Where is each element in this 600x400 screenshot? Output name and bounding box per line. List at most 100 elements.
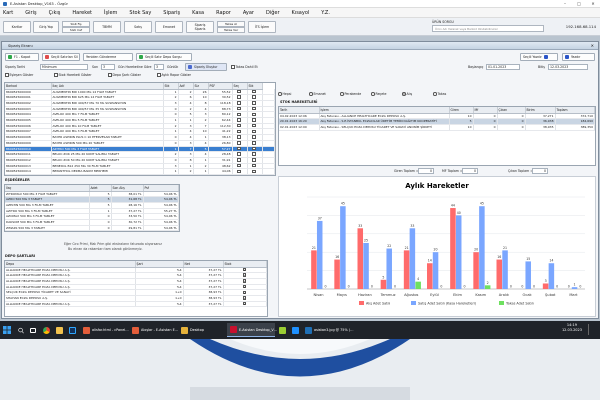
minimize-icon[interactable]: –: [558, 1, 572, 6]
windows-start-icon[interactable]: [0, 323, 14, 337]
chrome-icon[interactable]: [41, 323, 53, 337]
menu-0[interactable]: Kart: [3, 10, 13, 16]
bar-satış-5: [432, 252, 439, 289]
kapat-button[interactable]: F1 - Kapat: [5, 53, 39, 61]
depo-sart-checkbox[interactable]: Depo Şartı Göster: [108, 73, 141, 77]
siparis-close-icon[interactable]: ✕: [591, 43, 594, 48]
radio-4[interactable]: Alış: [402, 92, 412, 96]
legend-entry: Takas Adet Satılı: [505, 302, 534, 306]
yeniden-gonderme-button[interactable]: Yeniden Gönderme: [83, 53, 133, 61]
legend-entry: Satış Adet Satılı (Kasa Hareketleri): [418, 302, 477, 306]
table-row[interactable]: 8699525000014 BEPANTHOL DERMA BAKIM MERHE…: [5, 168, 275, 175]
photoshop-icon[interactable]: [67, 323, 79, 337]
menu-5[interactable]: Stok Say: [129, 10, 151, 16]
secili-satir-sil-button[interactable]: Seçili Satırları Sil: [42, 53, 80, 61]
row-checkbox[interactable]: [247, 168, 263, 175]
menu-10[interactable]: Diğer: [266, 10, 280, 16]
menu-6[interactable]: Sipariş: [163, 10, 180, 16]
menu-7[interactable]: Kasa: [192, 10, 204, 16]
bar-value-label: 33: [358, 224, 362, 228]
cart-icon: [188, 65, 192, 69]
bar-value-label: 0: [440, 285, 442, 289]
menu-1[interactable]: Giriş: [25, 10, 36, 16]
mf-toplam-label: MF Toplam =: [442, 169, 463, 173]
menu-12[interactable]: Y.Z.: [321, 10, 330, 16]
radio-5[interactable]: Takas: [433, 92, 446, 96]
aylik-rapor-checkbox[interactable]: Aylık Rapor Göster: [157, 73, 191, 77]
taskbar-app-0[interactable]: alisfar.html - cPanel…: [80, 323, 129, 337]
bar-satış-10: [548, 263, 555, 289]
query-icon: [139, 55, 143, 59]
maximize-icon[interactable]: □: [572, 1, 586, 6]
its-islem-button[interactable]: İTS İşlem: [248, 21, 276, 33]
menu-2[interactable]: Çıkış: [49, 10, 61, 16]
gun-hareket-label: Gün Hareketine Göre: [118, 65, 152, 69]
aylik-rapor-label: Aylık Rapor Göster: [161, 73, 191, 77]
file-explorer-icon[interactable]: [54, 323, 66, 337]
taskbar-app-1[interactable]: Aloşlar - E-Asistan E…: [129, 323, 178, 337]
radio-1[interactable]: Emanet: [309, 92, 326, 96]
takas-dahil-checkbox[interactable]: Takas Dahil Et: [231, 65, 258, 69]
taskbar-app-4[interactable]: [276, 323, 288, 337]
table-row[interactable]: ALLIANCE HEALTHCARE ECZA DEPOSU A.Ş. %4 37…: [5, 301, 267, 308]
stok-hareket-checkbox[interactable]: Stok Hareketi Göster: [54, 73, 92, 77]
siparis-window-titlebar[interactable]: Sipariş Ekranı ✕: [2, 42, 598, 50]
app-icon: [83, 326, 90, 334]
bar-value-label: 2: [487, 281, 489, 285]
kartlar-button[interactable]: Kartlar: [3, 21, 31, 33]
urun-sorgu-input[interactable]: Ürün Adı Yazarak veya Barkod Okutabilirs…: [432, 25, 544, 32]
table-row[interactable]: ZIMAKS 500 MG 3 TABLET 0 29,81 TL 54,06 TL: [5, 225, 179, 231]
bar-alış-2: [357, 228, 364, 289]
satis-button[interactable]: Satış: [124, 21, 152, 33]
x-tick-label: Mayıs: [337, 293, 347, 297]
radio-0[interactable]: Hepsi: [278, 92, 291, 96]
radio-3[interactable]: Reçete: [371, 92, 386, 96]
x-tick-label: Temmuz: [380, 293, 396, 297]
gun-input[interactable]: 3: [154, 64, 164, 70]
radio-2[interactable]: Perakende: [340, 92, 361, 96]
x-tick-label: Ağustos: [404, 293, 418, 297]
search-icon[interactable]: [15, 323, 27, 337]
baslangic-date[interactable]: 01.01.2023: [486, 64, 520, 70]
bitis-date[interactable]: 12.03.2023: [548, 64, 588, 70]
secili-yazdir-button[interactable]: Seçili Yazdır: [520, 53, 558, 61]
menu-4[interactable]: İşlem: [104, 10, 117, 16]
yazdir-button[interactable]: Yazdır: [562, 53, 595, 61]
stok-hareketleri-table: Tarih İşlem Giren Mf Çıkan Birim Toplam 04.02.…: [278, 106, 596, 166]
taskbar-app-5[interactable]: [289, 323, 301, 337]
clock-date: 12.03.2023: [561, 328, 582, 332]
legend-swatch: [359, 301, 364, 305]
bar-value-label: 37: [318, 216, 322, 220]
row-checkbox[interactable]: [232, 168, 248, 175]
menu-11[interactable]: Kısayol: [292, 10, 310, 16]
siparis-button[interactable]: Sipariş Siparis: [186, 21, 214, 33]
taskbar-app-2[interactable]: Desktop: [178, 323, 226, 337]
bar-value-label: 0: [510, 285, 512, 289]
menu-8[interactable]: Rapor: [216, 10, 231, 16]
task-view-icon[interactable]: [28, 323, 40, 337]
eslesen-goster-checkbox[interactable]: Eşleşen Göster: [5, 73, 33, 77]
giris-yap-button[interactable]: Giriş Yap: [33, 21, 59, 33]
table-cell: 38,935: [525, 124, 556, 131]
row-checkbox[interactable]: ✓: [223, 301, 267, 308]
siparis-olustur-button[interactable]: Sipariş Oluştur: [185, 63, 227, 71]
giren-toplam-value: 0: [418, 168, 434, 174]
menu-3[interactable]: Hareket: [72, 10, 92, 16]
show-desktop-button[interactable]: [588, 324, 596, 335]
close-icon[interactable]: ✕: [586, 1, 600, 6]
sgk-caf-button[interactable]: SGK Caf: [62, 27, 90, 33]
siparis-tarihi-select[interactable]: Minimum: [40, 64, 88, 70]
tbmm-button[interactable]: TBMM: [93, 21, 121, 33]
table-row[interactable]: 02.01.2023 12:00 Alış Faturası - SELÇUK E…: [279, 124, 595, 131]
bar-alış-3: [380, 279, 387, 289]
radio-label: Alış: [406, 92, 413, 96]
system-clock[interactable]: 14:19 12.03.2023: [562, 323, 582, 333]
secili-depo-sorgu-button[interactable]: Seçili Satır Depo Sorgu: [136, 53, 192, 61]
son-input[interactable]: 3: [101, 64, 115, 70]
taskbar-app-6[interactable]: asistan3.jpg @ 75% (…: [302, 323, 353, 337]
taskbar-app-3[interactable]: E-Asistan Desktop_V…: [227, 323, 277, 337]
emanet-button[interactable]: Emanet: [155, 21, 183, 33]
window-titlebar[interactable]: E-Asistan Desktop_V163 - Özgür – □ ✕: [0, 0, 600, 8]
takas-ver-button[interactable]: Takas Ver: [217, 27, 245, 33]
menu-9[interactable]: Ayar: [243, 10, 254, 16]
